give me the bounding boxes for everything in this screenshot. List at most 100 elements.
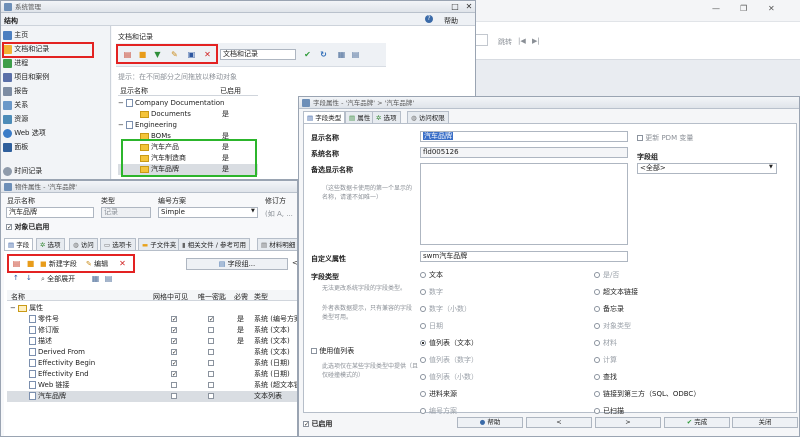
collapse-icon[interactable]: − [118,120,124,131]
last-page-icon[interactable]: ▶| [532,37,540,45]
field-row[interactable]: 描述 ✓ 是 系统 (文本) [7,336,297,347]
visible-checkbox[interactable]: ✓ [171,338,177,345]
display-name-input[interactable]: 汽车品牌 [6,207,94,218]
sidebar-item-reports[interactable]: 报告 [3,86,28,97]
field-type-option[interactable]: 已扫描 [594,406,624,417]
collapse-icon[interactable]: − [118,98,124,109]
field-type-option[interactable]: 日期 [420,321,443,332]
field-type-option[interactable]: 计算 [594,355,617,366]
field-row[interactable]: 汽车品牌 文本列表 [7,391,297,402]
sidebar-item-web-options[interactable]: Web 选项 [3,128,46,139]
group-row[interactable]: − 属性 [10,303,43,314]
visible-checkbox[interactable] [171,382,177,388]
field-type-option[interactable]: 查找 [594,372,617,383]
tab-fields[interactable]: ▤ 字段 [4,238,34,250]
page-input[interactable] [474,34,488,46]
sidebar-item-time-records[interactable]: 时间记录 [3,166,42,177]
next-button[interactable]: > [595,417,661,428]
move-down-icon[interactable]: ↓ [26,274,32,282]
field-type-option[interactable]: 超文本链接 [594,287,638,298]
field-type-option[interactable]: 值列表（小数） [420,372,478,383]
type-select[interactable]: 记录 [101,207,151,218]
field-type-option[interactable]: 链接到第三方（SQL、ODBC） [594,389,700,400]
unique-checkbox[interactable] [208,338,214,344]
tab-related-files[interactable]: ▮ 相关文件 / 参考可用 [178,238,250,250]
field-row[interactable]: 零件号 ✓ ✓ 是 系统 (编号方案) [7,314,297,325]
list-icon[interactable]: ▤ [350,49,361,60]
field-row[interactable]: Web 链接 系统 (超文本链) [7,380,297,391]
confirm-icon[interactable]: ✔ [302,49,313,60]
visible-checkbox[interactable]: ✓ [171,316,177,323]
field-row[interactable]: Effectivity Begin ✓ 系统 (日期) [7,358,297,369]
system-name-input[interactable]: fld005126 [420,147,628,158]
sidebar-item-panel[interactable]: 面板 [3,142,28,153]
unique-checkbox[interactable] [208,327,214,333]
tab-field-options[interactable]: ✲ 选项 [372,111,401,123]
refresh-icon[interactable]: ↻ [318,49,329,60]
field-type-option[interactable]: 编号方案 [420,406,457,417]
tree-row[interactable]: Documents 是 [118,109,258,120]
first-page-icon[interactable]: |◀ [518,37,526,45]
use-lookup-checkbox[interactable]: 使用值列表 [311,346,354,356]
tree-row[interactable]: − Company Documentation [118,98,258,109]
close-button[interactable]: 关闭 [732,417,798,428]
field-group-select[interactable]: <全部> [637,163,777,174]
visible-checkbox[interactable]: ✓ [171,349,177,356]
field-row[interactable]: 修订版 ✓ 是 系统 (文本) [7,325,297,336]
tab-properties[interactable]: ▤ 属性 [345,111,375,123]
pdm-checkbox[interactable]: 更新 PDM 变量 [637,133,693,143]
unique-checkbox[interactable] [208,393,214,399]
visible-checkbox[interactable]: ✓ [171,371,177,378]
field-type-option[interactable]: 值列表（文本） [420,338,478,349]
panel-name-input[interactable]: 文档和记录 [220,49,296,60]
sidebar-item-home[interactable]: 主页 [3,30,28,41]
grid-icon[interactable]: ▦ [336,49,347,60]
tab-tabs[interactable]: ▭ 选项卡 [100,238,136,250]
visible-checkbox[interactable] [171,393,177,399]
tree-row[interactable]: − Engineering [118,120,258,131]
display-name-input[interactable]: 汽车品牌 [420,131,628,142]
unique-checkbox[interactable] [208,360,214,366]
alt-name-textarea[interactable] [420,163,628,245]
sidebar-item-process[interactable]: 进程 [3,58,28,69]
sidebar-item-projects[interactable]: 项目和案例 [3,72,49,83]
field-type-option[interactable]: 备忘录 [594,304,624,315]
field-type-option[interactable]: 值列表（数字） [420,355,478,366]
object-enabled-checkbox[interactable]: ✓ 对象已启用 [6,222,49,232]
custom-attr-input[interactable]: swm汽车品牌 [420,251,628,262]
sidebar-item-relations[interactable]: 关系 [3,100,28,111]
unique-checkbox[interactable]: ✓ [208,316,214,323]
numbering-dropdown-icon[interactable]: ▼ [251,208,255,214]
tab-options[interactable]: ✲ 选项 [36,238,65,250]
scroll-left-icon[interactable]: < [292,259,297,267]
window-close-button[interactable]: ✕ [768,4,775,13]
unique-checkbox[interactable] [208,349,214,355]
move-up-icon[interactable]: ↑ [13,274,19,282]
help-link[interactable]: 帮助 [444,16,458,26]
help-button[interactable]: ● 帮助 [457,417,523,428]
unique-checkbox[interactable] [208,371,214,377]
field-enabled-checkbox[interactable]: ✓ 已启用 [303,419,332,429]
window-minimize-button[interactable]: — [712,4,720,13]
tab-field-type[interactable]: ▤ 字段类型 [303,111,346,123]
field-type-option[interactable]: 是/否 [594,270,619,281]
visible-checkbox[interactable]: ✓ [171,327,177,334]
field-type-option[interactable]: 材料 [594,338,617,349]
visible-checkbox[interactable]: ✓ [171,360,177,367]
expand-all-button[interactable]: ⌕ 全部展开 [41,274,75,284]
close-icon[interactable]: ✕ [461,1,475,13]
list-view-icon[interactable]: ▤ [103,273,114,284]
finish-button[interactable]: ✔ 完成 [664,417,730,428]
tab-access-rights[interactable]: ◍ 访问权限 [407,111,449,123]
tab-subfolders[interactable]: ▬ 子文件夹 [138,238,181,250]
field-type-option[interactable]: 对象类型 [594,321,631,332]
sidebar-item-resources[interactable]: 资源 [3,114,28,125]
help-icon[interactable]: ? [425,15,433,23]
field-type-option[interactable]: 进料来源 [420,389,457,400]
window-maximize-button[interactable]: ❐ [740,4,747,13]
field-group-dropdown-icon[interactable]: ▼ [769,164,773,170]
field-type-option[interactable]: 数字（小数） [420,304,471,315]
field-row[interactable]: Derived From ✓ 系统 (文本) [7,347,297,358]
unique-checkbox[interactable] [208,382,214,388]
field-row[interactable]: Effectivity End ✓ 系统 (日期) [7,369,297,380]
